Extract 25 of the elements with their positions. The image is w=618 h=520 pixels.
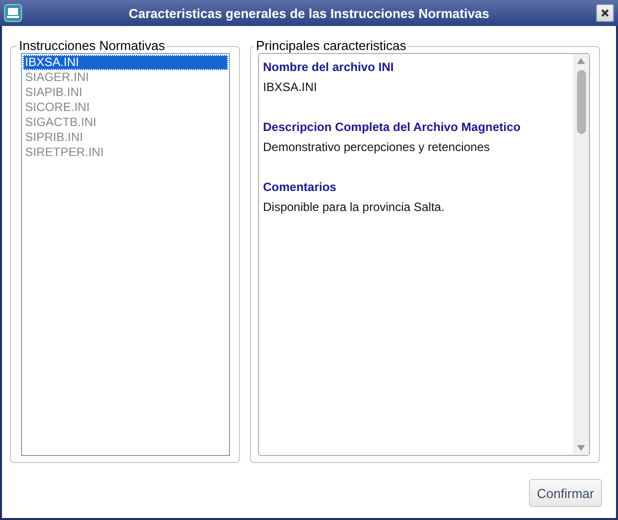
list-item[interactable]: SIAPIB.INI — [23, 85, 228, 100]
window-title: Caracteristicas generales de las Instrucciones Normativas — [128, 6, 490, 20]
confirm-button[interactable]: Confirmar — [528, 479, 602, 507]
list-item[interactable]: SIRETPER.INI — [23, 145, 228, 160]
up-arrow-icon[interactable] — [577, 58, 585, 64]
scrollbar[interactable] — [573, 54, 589, 455]
section-heading: Comentarios — [263, 179, 338, 196]
section-value: Disponible para la provincia Salta. — [263, 199, 446, 216]
list-item[interactable]: SIPRIB.INI — [23, 130, 228, 145]
list-item[interactable]: SICORE.INI — [23, 100, 228, 115]
group-legend: Instrucciones Normativas — [17, 39, 167, 53]
group-legend: Principales caracteristicas — [254, 39, 408, 53]
scroll-thumb[interactable] — [576, 70, 586, 134]
close-icon — [601, 9, 609, 17]
section-heading: Nombre del archivo INI — [263, 59, 395, 76]
file-list[interactable]: IBXSA.INI SIAGER.INI SIAPIB.INI SICORE.INI SIGACTB.INI SIPRIB.INI SIRETPER.INI — [21, 53, 230, 456]
down-arrow-icon[interactable] — [577, 445, 585, 451]
monitor-icon — [4, 4, 22, 22]
section-value: IBXSA.INI — [263, 79, 318, 96]
list-item[interactable]: SIAGER.INI — [23, 70, 228, 85]
list-item[interactable]: SIGACTB.INI — [23, 115, 228, 130]
section-value: Demonstrativo percepciones y retenciones — [263, 139, 491, 156]
list-item[interactable]: IBXSA.INI — [23, 55, 228, 70]
section-heading: Descripcion Completa del Archivo Magnetico — [263, 119, 522, 136]
close-button[interactable] — [596, 4, 614, 22]
